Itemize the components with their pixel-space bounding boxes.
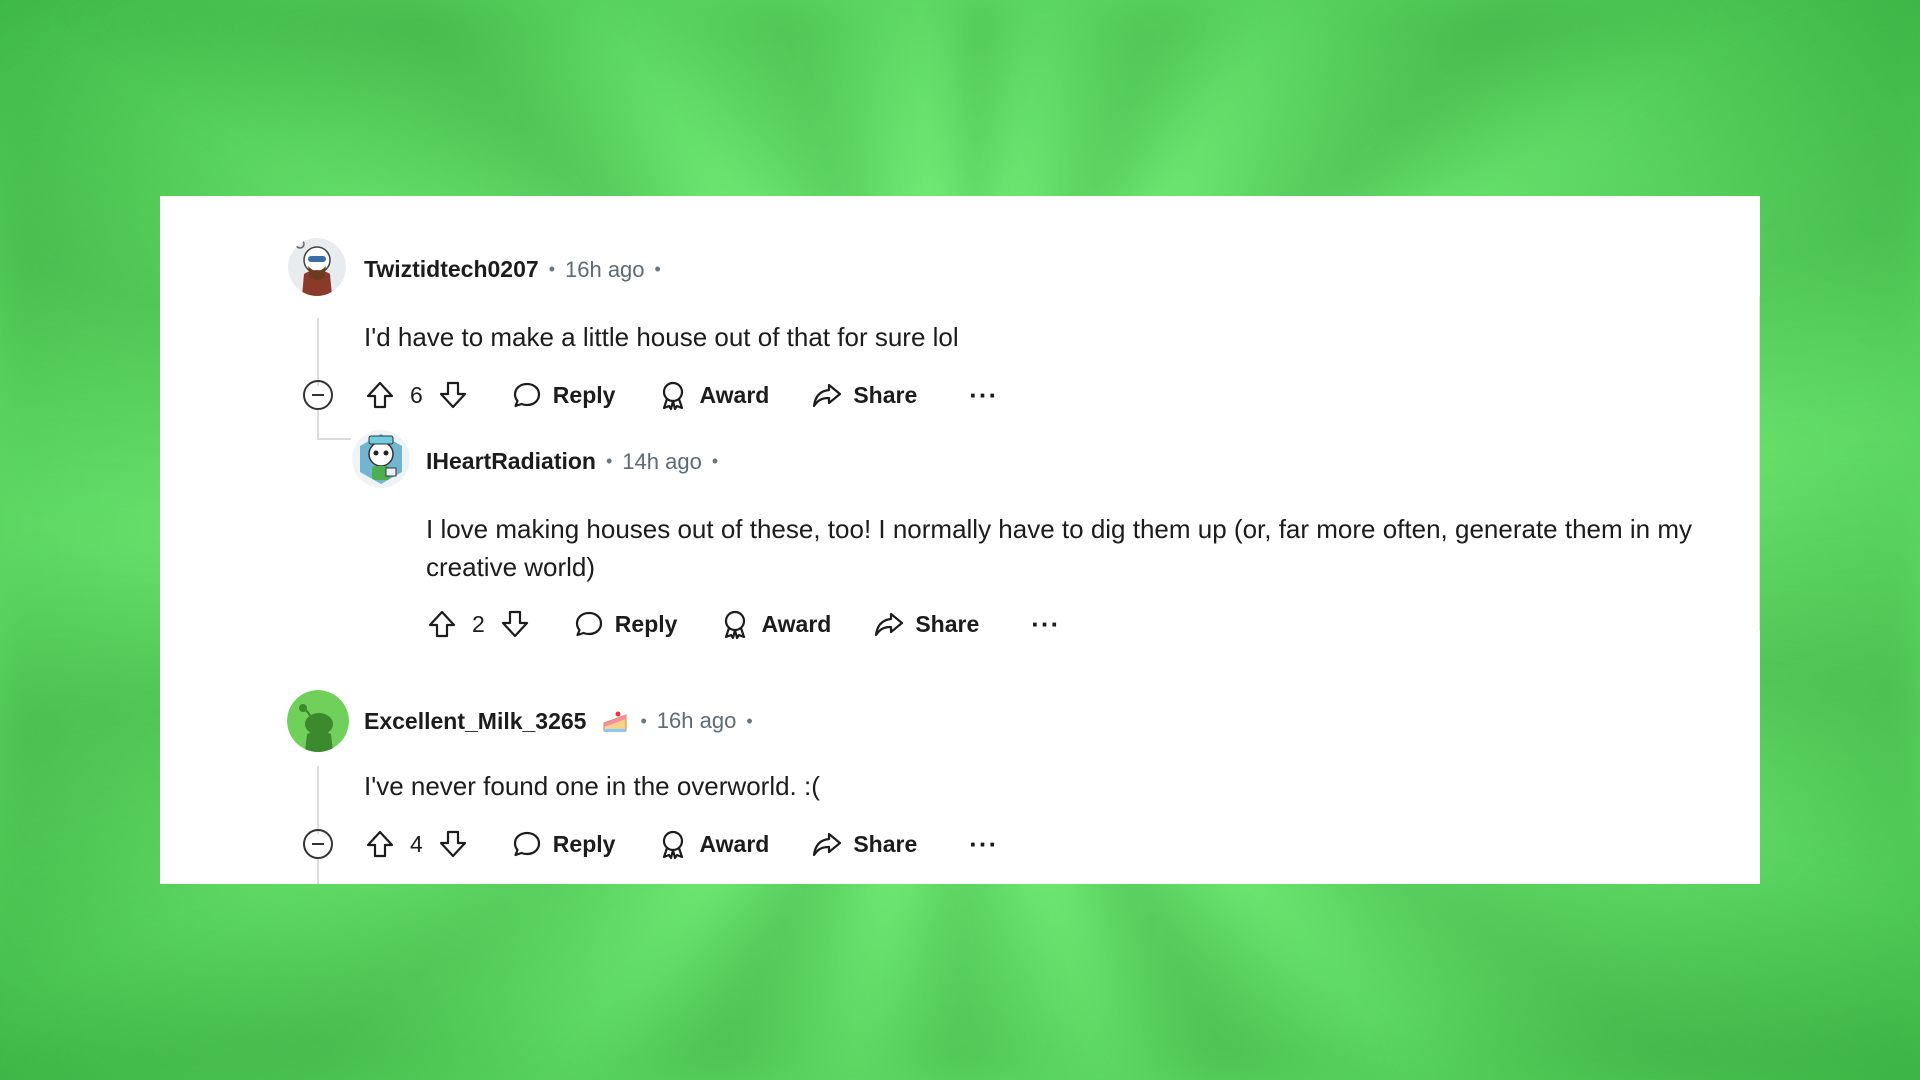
comment-body: I've never found one in the overworld. :… <box>364 771 820 801</box>
comment-meta: Excellent_Milk_3265 • 16h ago • <box>364 707 763 735</box>
comment-body: I'd have to make a little house out of t… <box>364 322 959 352</box>
more-options-button[interactable]: ··· <box>969 831 998 857</box>
reply-button[interactable]: Reply <box>511 828 615 860</box>
cake-icon <box>600 707 630 735</box>
upvote-icon[interactable] <box>364 828 396 860</box>
avatar[interactable] <box>352 430 410 488</box>
separator-dot: • <box>640 710 647 731</box>
separator-dot: • <box>654 259 661 279</box>
separator-dot: • <box>548 259 555 279</box>
thread-line <box>317 766 319 834</box>
thread-line <box>317 858 319 884</box>
vote-count: 4 <box>410 830 423 857</box>
username[interactable]: Excellent_Milk_3265 <box>364 708 586 735</box>
reply-button[interactable]: Reply <box>511 379 615 411</box>
comment-icon <box>511 379 543 411</box>
timestamp[interactable]: 14h ago <box>622 449 702 475</box>
username[interactable]: Twiztidtech0207 <box>364 256 539 283</box>
upvote-icon[interactable] <box>364 379 396 411</box>
comment-actions: 2 Reply Award Share ··· <box>426 602 1060 646</box>
award-icon <box>657 828 689 860</box>
more-options-button[interactable]: ··· <box>1031 611 1060 637</box>
comment-icon <box>511 828 543 860</box>
award-button[interactable]: Award <box>657 379 769 411</box>
comment-meta: Twiztidtech0207 • 16h ago • <box>364 256 671 283</box>
share-icon <box>873 608 905 640</box>
award-icon <box>719 608 751 640</box>
comment-actions: 6 Reply Award Share ··· <box>364 373 998 417</box>
username[interactable]: IHeartRadiation <box>426 448 596 475</box>
share-icon <box>811 379 843 411</box>
award-button[interactable]: Award <box>657 828 769 860</box>
share-button[interactable]: Share <box>811 379 917 411</box>
timestamp[interactable]: 16h ago <box>657 708 737 734</box>
downvote-icon[interactable] <box>437 828 469 860</box>
vote-count: 2 <box>472 610 485 637</box>
award-button[interactable]: Award <box>719 608 831 640</box>
thread-line <box>317 318 319 386</box>
collapse-thread-button[interactable] <box>303 829 333 859</box>
comment-meta: IHeartRadiation • 14h ago • <box>426 448 728 475</box>
comment-body: I love making houses out of these, too! … <box>426 514 1693 582</box>
collapse-thread-button[interactable] <box>303 380 333 410</box>
thread-connector <box>319 438 351 440</box>
comment-icon <box>573 608 605 640</box>
upvote-icon[interactable] <box>426 608 458 640</box>
separator-dot: • <box>605 451 613 471</box>
share-button[interactable]: Share <box>873 608 979 640</box>
comment-card: Twiztidtech0207 • 16h ago • I'd have to … <box>160 196 1760 884</box>
downvote-icon[interactable] <box>499 608 531 640</box>
downvote-icon[interactable] <box>437 379 469 411</box>
card-divider <box>1759 296 1760 631</box>
separator-dot: • <box>746 710 753 731</box>
vote-count: 6 <box>410 381 423 408</box>
share-button[interactable]: Share <box>811 828 917 860</box>
award-icon <box>657 379 689 411</box>
comment-actions: 4 Reply Award Share ··· <box>364 822 998 866</box>
timestamp[interactable]: 16h ago <box>565 257 645 283</box>
avatar[interactable] <box>287 690 349 752</box>
reply-button[interactable]: Reply <box>573 608 677 640</box>
thread-line <box>317 410 319 440</box>
avatar[interactable] <box>288 238 346 296</box>
share-icon <box>811 828 843 860</box>
separator-dot: • <box>711 451 719 471</box>
more-options-button[interactable]: ··· <box>969 382 998 408</box>
